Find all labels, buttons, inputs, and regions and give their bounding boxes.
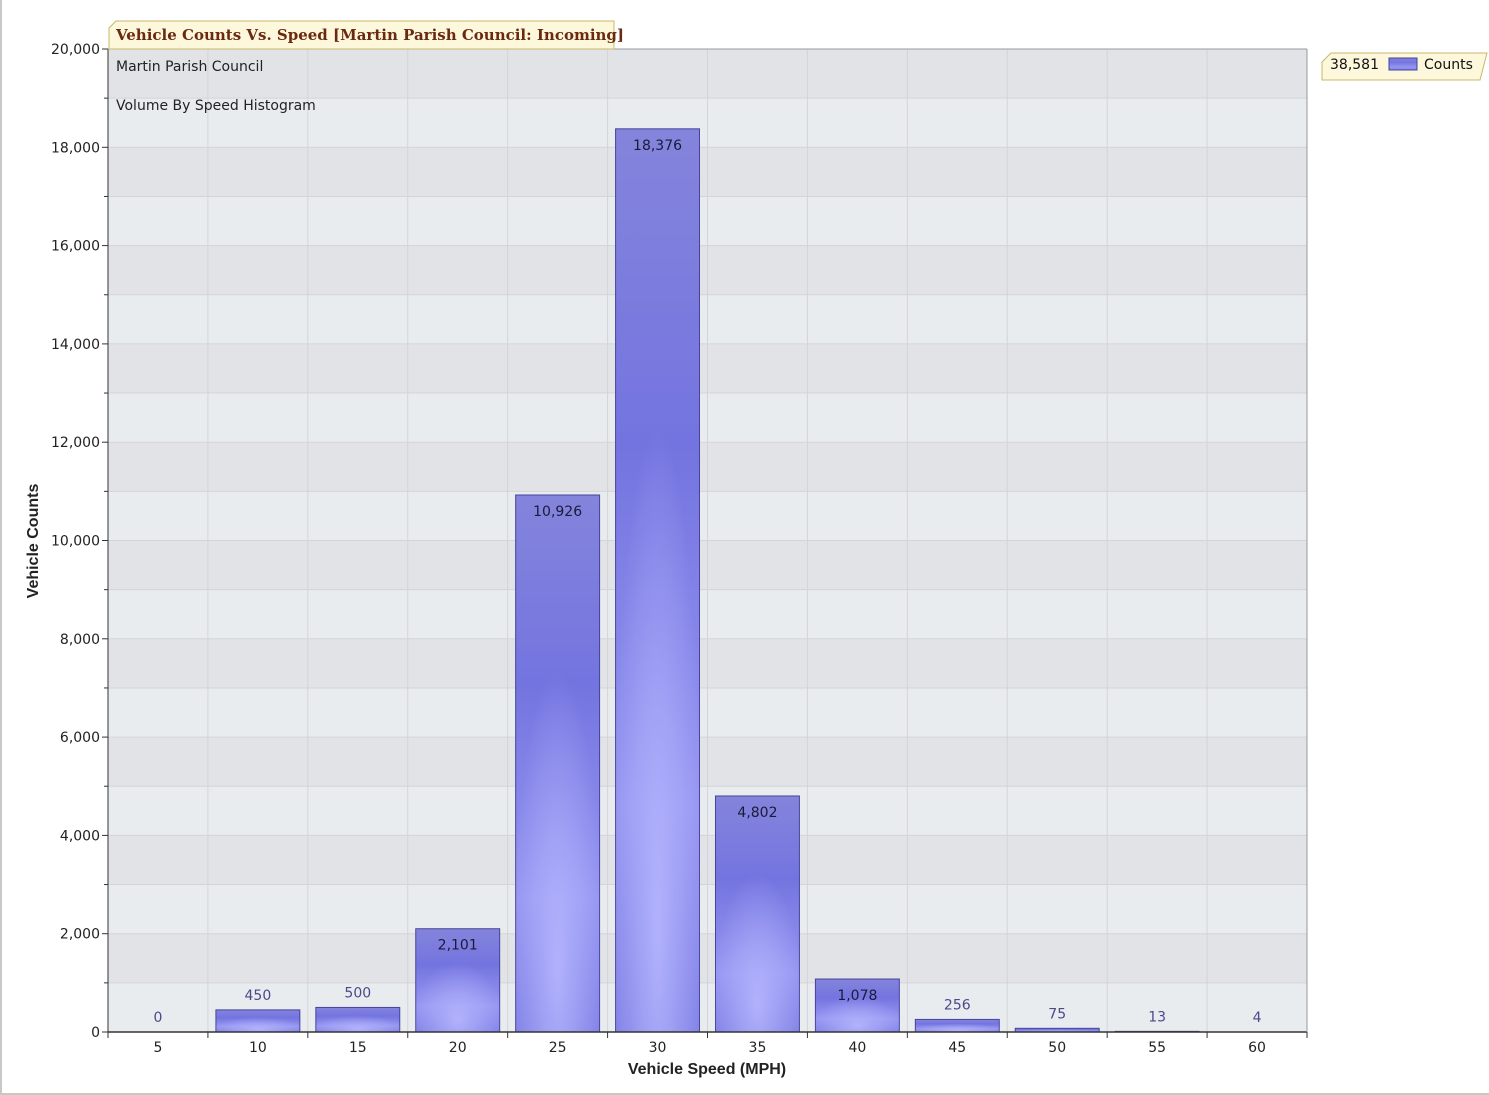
y-tick-label: 20,000	[51, 42, 100, 58]
bar-value-label: 4,802	[737, 805, 777, 821]
y-tick-label: 6,000	[60, 730, 100, 746]
legend: 38,581 Counts	[1321, 52, 1488, 81]
bar-highlight	[515, 494, 600, 1033]
annotation-site-name: Martin Parish Council	[116, 59, 263, 75]
gridlines	[108, 49, 1307, 1032]
y-axis-title: Vehicle Counts	[25, 484, 42, 599]
bar-value-label: 500	[344, 985, 371, 1001]
y-tick-label: 18,000	[51, 140, 100, 156]
bar-value-label: 75	[1048, 1006, 1066, 1022]
bar-value-label: 2,101	[438, 938, 478, 954]
bar-highlight	[815, 979, 900, 1032]
bar-value-label: 256	[944, 997, 971, 1013]
bar-value-label: 0	[153, 1010, 162, 1026]
bar-value-label: 4	[1253, 1010, 1262, 1026]
legend-swatch	[1388, 57, 1418, 71]
x-tick-label: 30	[649, 1040, 667, 1056]
legend-total: 38,581	[1330, 57, 1379, 73]
bar-highlight	[615, 128, 700, 1033]
y-tick-label: 2,000	[60, 927, 100, 943]
x-tick-label: 50	[1048, 1040, 1066, 1056]
vehicle-speed-histogram: 0450 5002,10110,92618,3764,8021,07825675 1…	[25, 20, 1488, 1078]
bar-value-label: 450	[245, 988, 272, 1004]
bar-highlight	[715, 795, 800, 1032]
bar-value-label: 10,926	[533, 504, 582, 520]
x-axis-title: Vehicle Speed (MPH)	[628, 1061, 786, 1078]
y-tick-label: 0	[91, 1025, 100, 1041]
x-tick-label: 55	[1148, 1040, 1166, 1056]
legend-label: Counts	[1424, 57, 1473, 73]
y-tick-label: 12,000	[51, 435, 100, 451]
y-tick-label: 14,000	[51, 337, 100, 353]
bar-highlight	[915, 1019, 1000, 1032]
bar-highlight	[215, 1009, 300, 1032]
x-tick-label: 25	[549, 1040, 567, 1056]
bar-value-label: 18,376	[633, 138, 682, 154]
y-tick-label: 16,000	[51, 239, 100, 255]
y-tick-label: 8,000	[60, 632, 100, 648]
y-tick-label: 10,000	[51, 534, 100, 550]
chart-title-box: Vehicle Counts Vs. Speed [Martin Parish …	[108, 20, 624, 50]
bar-value-label: 1,078	[837, 988, 877, 1004]
chart-title: Vehicle Counts Vs. Speed [Martin Parish …	[115, 26, 624, 44]
x-tick-label: 35	[749, 1040, 767, 1056]
x-tick-label: 10	[249, 1040, 267, 1056]
x-tick-label: 60	[1248, 1040, 1266, 1056]
bar-highlight	[315, 1007, 400, 1032]
x-tick-label: 5	[153, 1040, 162, 1056]
x-tick-label: 20	[449, 1040, 467, 1056]
bar-value-label: 13	[1148, 1009, 1166, 1025]
x-tick-label: 45	[948, 1040, 966, 1056]
annotation-histogram-label: Volume By Speed Histogram	[116, 98, 316, 114]
x-tick-label: 40	[848, 1040, 866, 1056]
x-tick-label: 15	[349, 1040, 367, 1056]
y-tick-label: 4,000	[60, 828, 100, 844]
